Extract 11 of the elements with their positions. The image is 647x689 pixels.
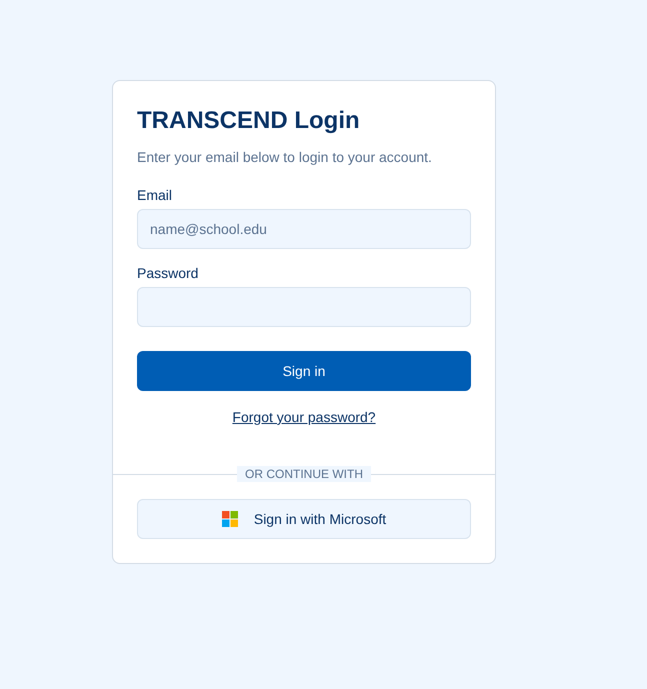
sign-in-button[interactable]: Sign in bbox=[137, 351, 471, 391]
input-field[interactable]: name@school.edu bbox=[137, 209, 471, 249]
input-field[interactable] bbox=[137, 287, 471, 327]
microsoft-sign-in-button[interactable]: Sign in with Microsoft bbox=[137, 499, 471, 539]
forgot-password-link[interactable]: Forgot your password? bbox=[232, 407, 376, 427]
card-subtitle: Enter your email below to login to your account. bbox=[137, 148, 433, 167]
windows-logo-icon bbox=[222, 511, 238, 527]
field-label: Password bbox=[137, 264, 198, 283]
card-title: TRANSCEND Login bbox=[137, 106, 361, 136]
field-label: Email bbox=[137, 186, 172, 205]
divider-label: OR CONTINUE WITH bbox=[237, 466, 371, 482]
